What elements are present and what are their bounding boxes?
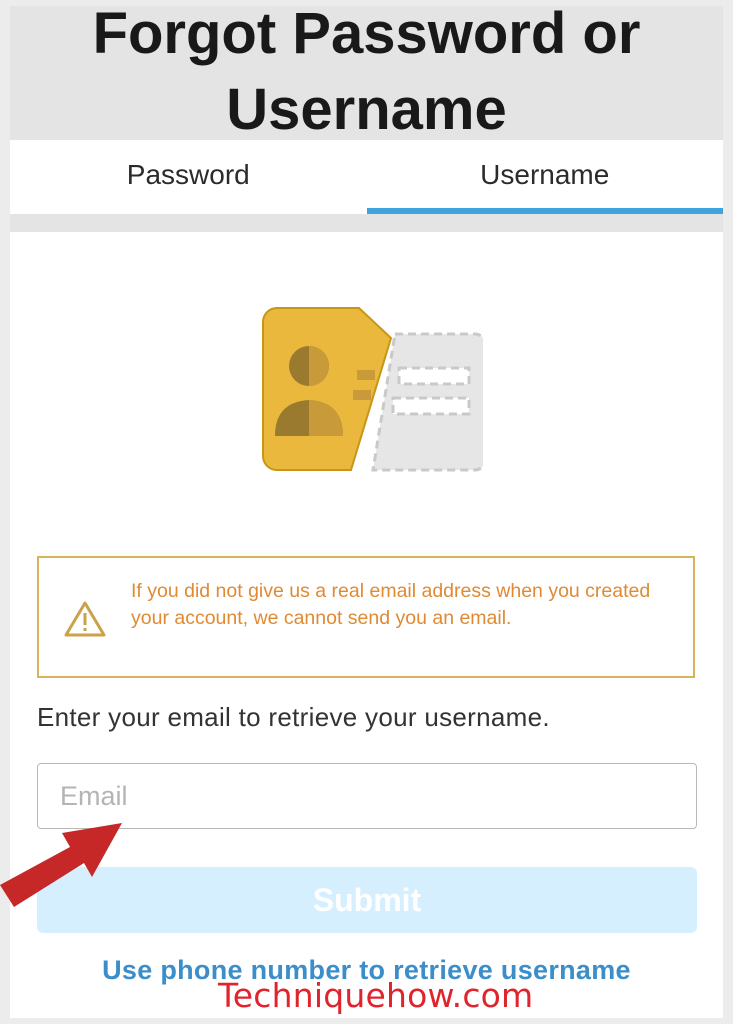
page-title: Forgot Password or Username: [10, 6, 723, 148]
warning-icon: [64, 601, 106, 637]
email-warning-alert: If you did not give us a real email addr…: [37, 556, 695, 678]
section-divider: [10, 214, 723, 232]
tab-password[interactable]: Password: [10, 140, 367, 214]
email-input[interactable]: [37, 763, 697, 829]
use-phone-number-link[interactable]: Use phone number to retrieve username: [10, 955, 723, 986]
page-header: Forgot Password or Username: [10, 6, 723, 142]
tab-bar: Password Username: [10, 140, 723, 214]
email-instruction: Enter your email to retrieve your userna…: [37, 702, 550, 732]
torn-card-piece-icon: [371, 332, 483, 472]
id-card-illustration-icon: [262, 307, 483, 472]
submit-button[interactable]: Submit: [37, 867, 697, 933]
alert-message: If you did not give us a real email addr…: [131, 580, 651, 629]
forgot-page: Forgot Password or Username Password Use…: [10, 6, 723, 1018]
title-line-2: Username: [226, 77, 507, 142]
tab-username[interactable]: Username: [366, 140, 724, 214]
id-card-icon: [262, 307, 393, 471]
title-line-1: Forgot Password or: [92, 6, 641, 66]
